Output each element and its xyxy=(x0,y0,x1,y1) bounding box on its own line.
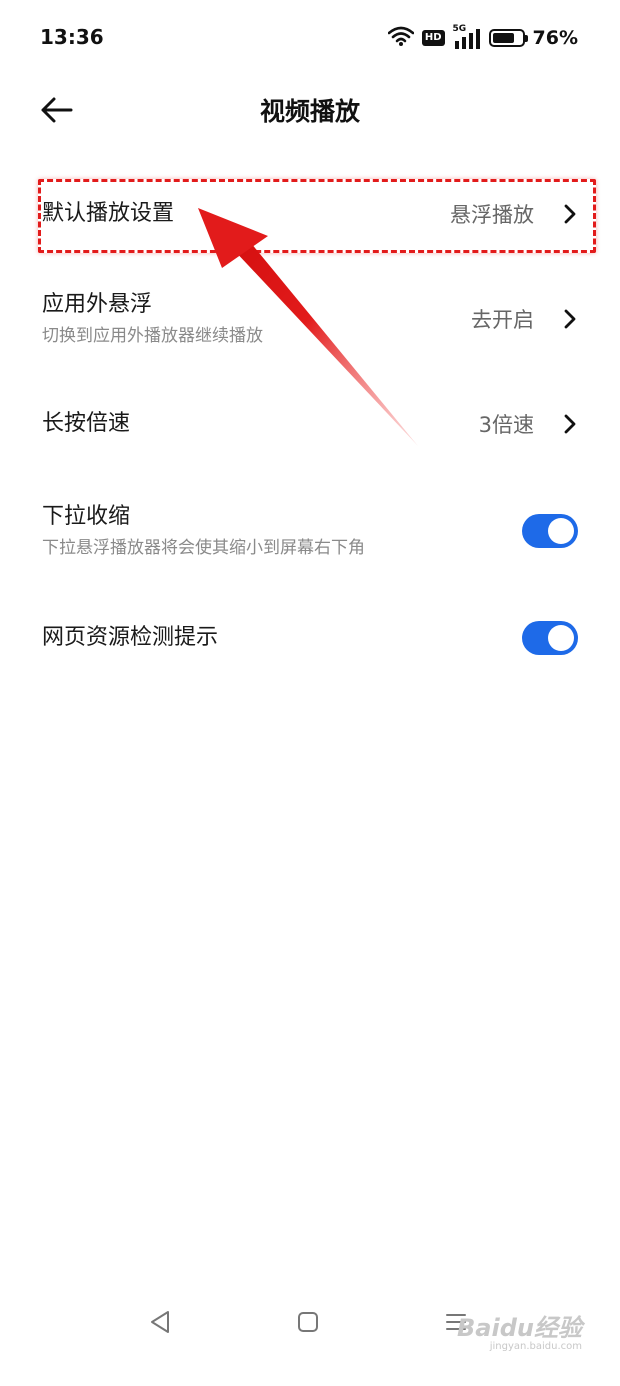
setting-main: 长按倍速 xyxy=(42,409,479,439)
pull-down-shrink-toggle[interactable] xyxy=(522,514,578,548)
hd-badge: HD xyxy=(421,30,445,46)
setting-title: 默认播放设置 xyxy=(42,201,175,226)
square-home-icon xyxy=(298,1312,318,1332)
battery-tip xyxy=(524,35,528,42)
triangle-back-icon xyxy=(151,1311,169,1333)
settings-list: 默认播放设置 悬浮播放 应用外悬浮 切换到应用外播放器继续播放 去开启 长按倍速… xyxy=(0,166,620,686)
setting-subtitle: 切换到应用外播放器继续播放 xyxy=(42,326,263,346)
web-resource-hint-toggle[interactable] xyxy=(522,621,578,655)
signal-icon: 5G xyxy=(453,24,481,50)
nav-home-button[interactable] xyxy=(288,1302,328,1342)
battery-percent: 76% xyxy=(532,27,578,49)
wifi-icon xyxy=(387,26,415,50)
setting-outside-float[interactable]: 应用外悬浮 切换到应用外播放器继续播放 去开启 xyxy=(0,262,620,376)
setting-subtitle: 下拉悬浮播放器将会使其缩小到屏幕右下角 xyxy=(42,538,365,558)
setting-title: 长按倍速 xyxy=(42,411,131,436)
setting-main: 下拉收缩 下拉悬浮播放器将会使其缩小到屏幕右下角 xyxy=(42,502,522,560)
setting-title: 应用外悬浮 xyxy=(42,292,153,317)
setting-long-press-speed[interactable]: 长按倍速 3倍速 xyxy=(0,376,620,472)
setting-main: 应用外悬浮 切换到应用外播放器继续播放 xyxy=(42,290,471,348)
toggle-knob xyxy=(548,518,574,544)
setting-web-resource-hint: 网页资源检测提示 xyxy=(0,590,620,686)
battery-fill xyxy=(492,33,514,43)
setting-default-play[interactable]: 默认播放设置 悬浮播放 xyxy=(0,166,620,262)
setting-title: 网页资源检测提示 xyxy=(42,625,219,650)
chevron-right-icon xyxy=(564,413,578,435)
setting-value: 悬浮播放 xyxy=(450,203,534,227)
chevron-right-icon xyxy=(564,203,578,225)
setting-main: 网页资源检测提示 xyxy=(42,623,522,653)
title-bar: 视频播放 xyxy=(0,76,620,142)
toggle-knob xyxy=(548,625,574,651)
watermark: Baidu经验 jingyan.baidu.com xyxy=(457,1308,582,1352)
setting-pull-down-shrink: 下拉收缩 下拉悬浮播放器将会使其缩小到屏幕右下角 xyxy=(0,472,620,590)
battery-icon xyxy=(488,29,528,47)
status-bar: 13:36 HD 5G 76% xyxy=(0,0,620,76)
page-title: 视频播放 xyxy=(259,97,360,126)
status-time: 13:36 xyxy=(40,25,104,49)
screen: 13:36 HD 5G 76% 视频播放 默认播放设置 悬浮播放 应用外悬浮 切… xyxy=(0,0,620,1386)
navigation-bar: Baidu经验 jingyan.baidu.com xyxy=(0,1276,620,1386)
setting-value: 去开启 xyxy=(471,308,534,332)
setting-main: 默认播放设置 xyxy=(42,199,450,229)
chevron-right-icon xyxy=(564,308,578,330)
status-icons: HD 5G 76% xyxy=(387,24,578,52)
setting-title: 下拉收缩 xyxy=(42,504,131,529)
nav-back-button[interactable] xyxy=(140,1302,180,1342)
setting-value: 3倍速 xyxy=(478,413,534,437)
watermark-brand: Baidu经验 xyxy=(457,1314,582,1342)
